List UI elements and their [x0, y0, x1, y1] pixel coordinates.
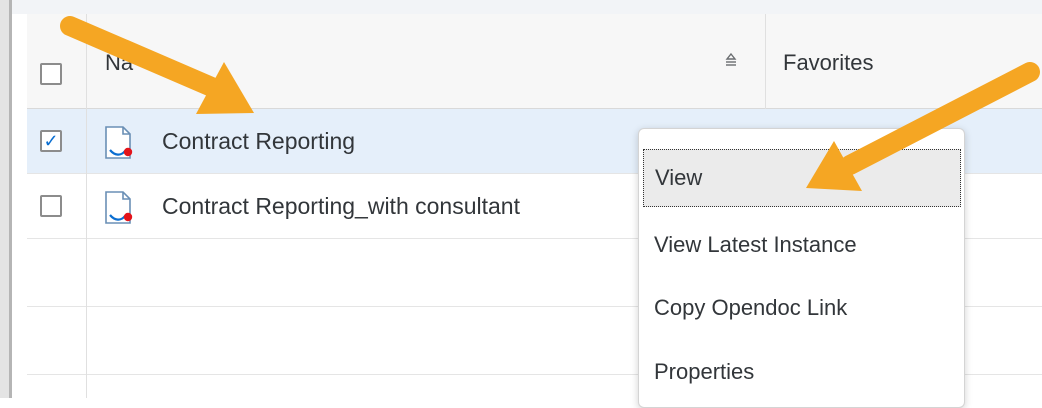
document-name[interactable]: Contract Reporting [162, 128, 355, 155]
column-divider [86, 14, 87, 398]
select-all-checkbox[interactable] [40, 63, 62, 85]
column-divider [765, 14, 766, 109]
left-panel-edge [0, 0, 12, 398]
table-header: Na Favorites [27, 14, 1042, 109]
menu-item-properties[interactable]: Properties [643, 341, 961, 403]
context-menu: View View Latest Instance Copy Opendoc L… [638, 128, 965, 408]
checkmark-icon: ✓ [43, 131, 59, 151]
row-checkbox[interactable] [40, 195, 62, 217]
toolbar-strip [12, 0, 1042, 14]
document-name[interactable]: Contract Reporting_with consultant [162, 193, 520, 220]
menu-item-copy-opendoc-link[interactable]: Copy Opendoc Link [643, 277, 961, 339]
menu-item-view[interactable]: View [643, 149, 961, 207]
report-document-icon [105, 191, 133, 224]
report-document-icon [105, 126, 133, 159]
column-header-name[interactable]: Na [105, 50, 133, 76]
column-header-favorites[interactable]: Favorites [783, 50, 873, 76]
row-checkbox[interactable]: ✓ [40, 130, 62, 152]
menu-item-view-latest-instance[interactable]: View Latest Instance [643, 214, 961, 276]
sort-icon[interactable] [723, 52, 739, 68]
